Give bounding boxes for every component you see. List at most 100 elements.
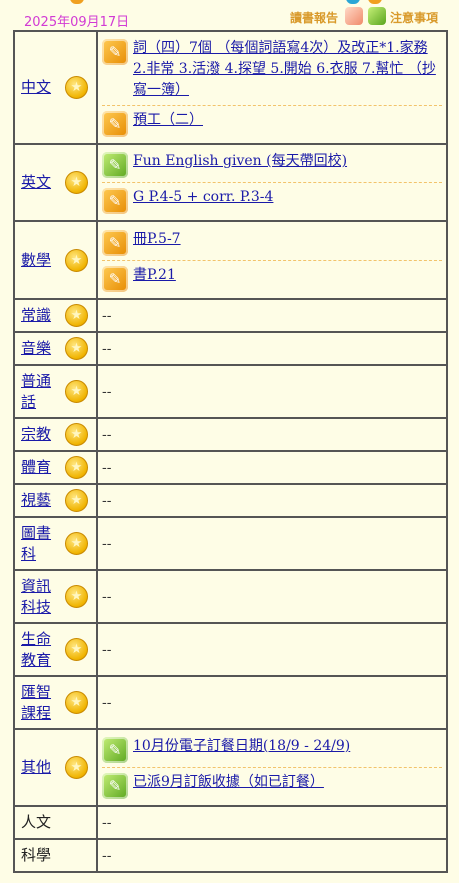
subject-cell: 數學 ★ bbox=[13, 220, 98, 300]
empty-placeholder: -- bbox=[102, 694, 112, 711]
subject-name[interactable]: 資訊科技 bbox=[21, 576, 65, 618]
subject-cell: 資訊科技 ★ bbox=[13, 569, 98, 624]
homework-cell: -- bbox=[96, 298, 448, 333]
star-icon[interactable]: ★ bbox=[65, 756, 88, 779]
star-icon[interactable]: ★ bbox=[65, 691, 88, 714]
subject-cell: 中文 ★ bbox=[13, 30, 98, 145]
star-icon[interactable]: ★ bbox=[65, 380, 88, 403]
subject-name[interactable]: 中文 bbox=[21, 77, 65, 98]
pencil-note-icon[interactable]: ✎ bbox=[102, 39, 128, 65]
homework-item: ✎ 已派9月訂飯收據（如已訂餐） bbox=[102, 767, 442, 803]
partial-top-icon bbox=[346, 0, 360, 4]
subject-name[interactable]: 圖書科 bbox=[21, 523, 65, 565]
star-icon[interactable]: ★ bbox=[65, 423, 88, 446]
subject-name[interactable]: 英文 bbox=[21, 172, 65, 193]
homework-cell: -- bbox=[96, 805, 448, 840]
table-row: 資訊科技 ★ -- bbox=[13, 569, 448, 624]
homework-link[interactable]: 10月份電子訂餐日期(18/9 - 24/9) bbox=[133, 736, 350, 757]
subject-cell: 常識 ★ bbox=[13, 298, 98, 333]
table-row: 匯智課程 ★ -- bbox=[13, 675, 448, 730]
pencil-note-icon[interactable] bbox=[368, 7, 386, 25]
homework-item: ✎ 書P.21 bbox=[102, 259, 442, 296]
homework-cell: -- bbox=[96, 364, 448, 419]
homework-link[interactable]: G P.4-5 + corr. P.3-4 bbox=[133, 187, 273, 208]
subject-name[interactable]: 音樂 bbox=[21, 338, 65, 359]
star-icon[interactable]: ★ bbox=[65, 532, 88, 555]
table-row: 宗教 ★ -- bbox=[13, 417, 448, 452]
partial-top-icon bbox=[70, 0, 84, 4]
homework-link[interactable]: Fun English given (每天帶回校) bbox=[133, 151, 347, 172]
pencil-note-icon[interactable]: ✎ bbox=[102, 737, 128, 763]
notice-link[interactable]: 注意事項 bbox=[390, 9, 438, 26]
homework-cell: ✎ 10月份電子訂餐日期(18/9 - 24/9) ✎ 已派9月訂飯收據（如已訂餐） bbox=[96, 728, 448, 807]
subject-name[interactable]: 體育 bbox=[21, 457, 65, 478]
table-row: 英文 ★ ✎ Fun English given (每天帶回校) ✎ G P.4-5 + … bbox=[13, 143, 448, 222]
empty-placeholder: -- bbox=[102, 426, 112, 443]
homework-cell: ✎ 詞（四）7個 （每個詞語寫4次）及改正*1.家務 2.非常 3.活潑 4.探望… bbox=[96, 30, 448, 145]
subject-cell: 英文 ★ bbox=[13, 143, 98, 222]
table-row: 生命教育 ★ -- bbox=[13, 622, 448, 677]
pencil-note-icon[interactable]: ✎ bbox=[102, 265, 128, 292]
pencil-note-icon[interactable]: ✎ bbox=[102, 152, 128, 178]
pencil-note-icon[interactable]: ✎ bbox=[102, 773, 128, 799]
homework-link[interactable]: 詞（四）7個 （每個詞語寫4次）及改正*1.家務 2.非常 3.活潑 4.探望 … bbox=[133, 38, 442, 101]
table-row: 普通話 ★ -- bbox=[13, 364, 448, 419]
homework-cell: -- bbox=[96, 569, 448, 624]
homework-link[interactable]: 已派9月訂飯收據（如已訂餐） bbox=[133, 772, 324, 793]
star-icon[interactable]: ★ bbox=[65, 489, 88, 512]
star-icon[interactable]: ★ bbox=[65, 76, 88, 99]
homework-cell: -- bbox=[96, 622, 448, 677]
homework-item: ✎ G P.4-5 + corr. P.3-4 bbox=[102, 182, 442, 218]
homework-cell: -- bbox=[96, 483, 448, 518]
subject-name[interactable]: 生命教育 bbox=[21, 629, 65, 671]
top-bar: 2025年09月17日 讀書報告 注意事項 bbox=[0, 0, 459, 30]
subject-cell: 人文 bbox=[13, 805, 98, 840]
subject-name[interactable]: 普通話 bbox=[21, 371, 65, 413]
subject-name[interactable]: 其他 bbox=[21, 757, 65, 778]
subject-name[interactable]: 匯智課程 bbox=[21, 682, 65, 724]
empty-placeholder: -- bbox=[102, 847, 112, 864]
homework-table: 中文 ★ ✎ 詞（四）7個 （每個詞語寫4次）及改正*1.家務 2.非常 3.活潑 4… bbox=[13, 30, 448, 873]
table-row: 數學 ★ ✎ 冊P.5-7 ✎ 書P.21 bbox=[13, 220, 448, 300]
table-row: 圖書科 ★ -- bbox=[13, 516, 448, 571]
star-icon[interactable]: ★ bbox=[65, 248, 88, 272]
subject-cell: 科學 bbox=[13, 838, 98, 873]
star-icon[interactable]: ★ bbox=[65, 638, 88, 661]
book-report-icon[interactable] bbox=[345, 7, 363, 25]
reading-report-link[interactable]: 讀書報告 bbox=[290, 9, 338, 26]
subject-cell: 體育 ★ bbox=[13, 450, 98, 485]
star-icon[interactable]: ★ bbox=[65, 585, 88, 608]
homework-link[interactable]: 預工（二） bbox=[133, 110, 203, 131]
empty-placeholder: -- bbox=[102, 459, 112, 476]
pencil-note-icon[interactable]: ✎ bbox=[102, 111, 128, 137]
subject-cell: 匯智課程 ★ bbox=[13, 675, 98, 730]
subject-name[interactable]: 宗教 bbox=[21, 424, 65, 445]
homework-cell: -- bbox=[96, 675, 448, 730]
subject-cell: 音樂 ★ bbox=[13, 331, 98, 366]
homework-item: ✎ 預工（二） bbox=[102, 105, 442, 141]
homework-link[interactable]: 書P.21 bbox=[133, 265, 176, 286]
homework-cell: -- bbox=[96, 331, 448, 366]
star-icon[interactable]: ★ bbox=[65, 304, 88, 327]
homework-item: ✎ 10月份電子訂餐日期(18/9 - 24/9) bbox=[102, 732, 442, 767]
homework-link[interactable]: 冊P.5-7 bbox=[133, 229, 181, 250]
subject-name[interactable]: 常識 bbox=[21, 305, 65, 326]
subject-name[interactable]: 視藝 bbox=[21, 490, 65, 511]
star-icon[interactable]: ★ bbox=[65, 456, 88, 479]
star-icon[interactable]: ★ bbox=[65, 171, 88, 194]
pencil-note-icon[interactable]: ✎ bbox=[102, 229, 128, 256]
pencil-note-icon[interactable]: ✎ bbox=[102, 188, 128, 214]
homework-item: ✎ 冊P.5-7 bbox=[102, 225, 442, 260]
table-row: 音樂 ★ -- bbox=[13, 331, 448, 366]
empty-placeholder: -- bbox=[102, 492, 112, 509]
page-date: 2025年09月17日 bbox=[24, 15, 130, 30]
empty-placeholder: -- bbox=[102, 307, 112, 324]
table-row: 體育 ★ -- bbox=[13, 450, 448, 485]
star-icon[interactable]: ★ bbox=[65, 337, 88, 360]
subject-cell: 宗教 ★ bbox=[13, 417, 98, 452]
homework-item: ✎ Fun English given (每天帶回校) bbox=[102, 147, 442, 182]
table-row: 其他 ★ ✎ 10月份電子訂餐日期(18/9 - 24/9) ✎ 已派9月訂飯收據（如已訂… bbox=[13, 728, 448, 807]
partial-top-icon bbox=[368, 0, 382, 4]
subject-name[interactable]: 數學 bbox=[21, 250, 65, 271]
subject-name: 科學 bbox=[21, 846, 52, 864]
